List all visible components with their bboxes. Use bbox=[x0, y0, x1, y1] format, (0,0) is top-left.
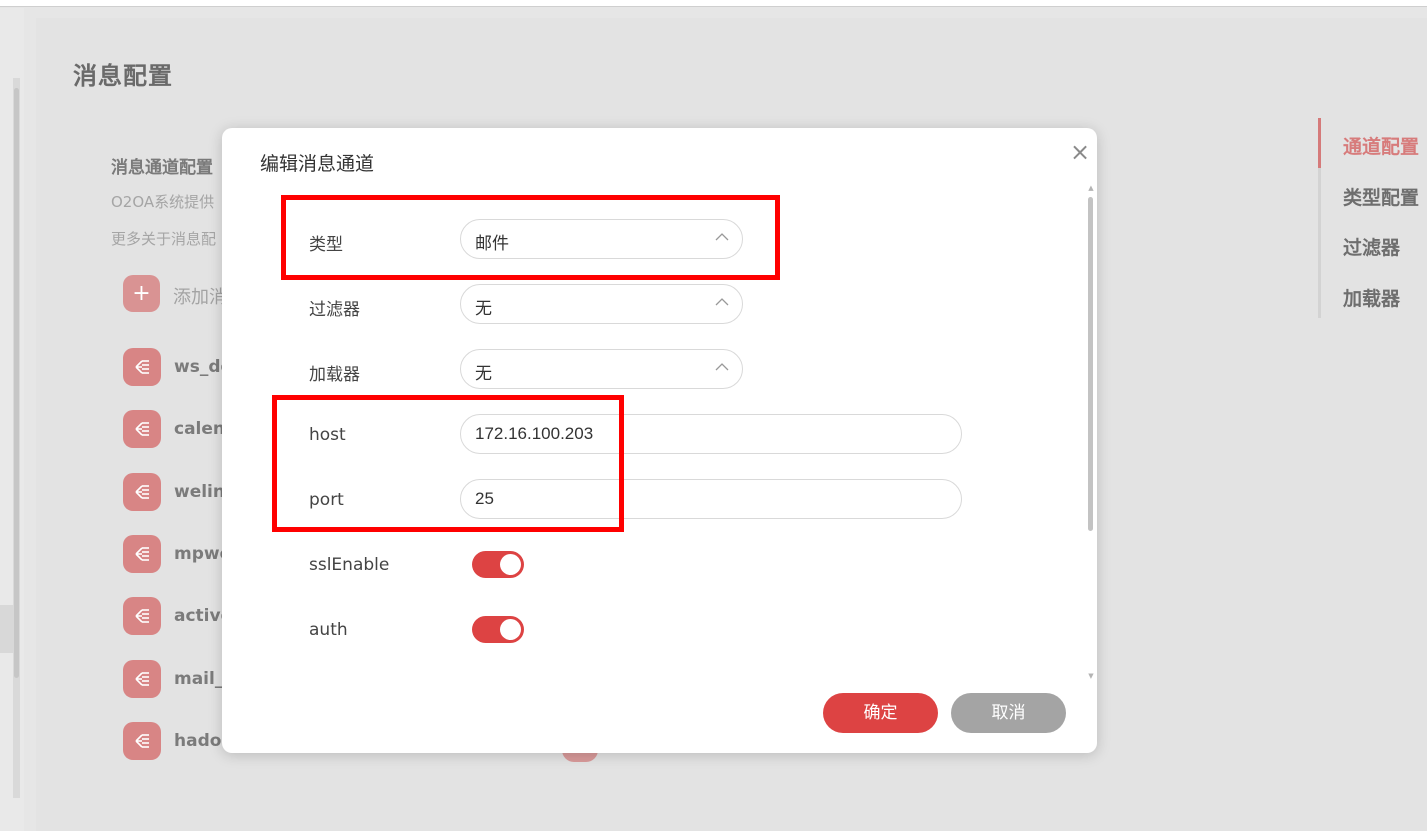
toggle-knob bbox=[500, 619, 521, 640]
channel-icon bbox=[123, 659, 161, 698]
scroll-down-icon[interactable]: ▼ bbox=[1087, 671, 1095, 681]
auth-label: auth bbox=[309, 620, 348, 640]
add-channel-button[interactable]: + bbox=[123, 275, 160, 312]
add-channel-label[interactable]: 添加消 bbox=[173, 283, 227, 309]
chevron-up-icon bbox=[715, 298, 729, 306]
channel-icon bbox=[123, 597, 161, 636]
cancel-button[interactable]: 取消 bbox=[951, 693, 1066, 733]
channel-icon bbox=[123, 534, 161, 573]
toggle-knob bbox=[500, 554, 521, 575]
right-nav-item-type[interactable]: 类型配置 bbox=[1343, 183, 1419, 210]
right-nav-item-loader[interactable]: 加载器 bbox=[1343, 284, 1400, 311]
section-desc-line2: 更多关于消息配 bbox=[111, 230, 217, 248]
dialog-scrollbar-thumb[interactable] bbox=[1088, 197, 1093, 531]
page-title: 消息配置 bbox=[73, 62, 173, 90]
confirm-button[interactable]: 确定 bbox=[823, 693, 938, 733]
section-title: 消息通道配置 bbox=[111, 158, 213, 178]
annotation-box-host-port bbox=[272, 395, 624, 532]
chevron-up-icon bbox=[715, 363, 729, 371]
auth-toggle[interactable] bbox=[472, 616, 524, 643]
channel-icon bbox=[123, 721, 161, 760]
section-desc-line1: O2OA系统提供 bbox=[111, 193, 215, 211]
right-nav-item-channel[interactable]: 通道配置 bbox=[1343, 132, 1419, 159]
ssl-enable-toggle[interactable] bbox=[472, 551, 524, 578]
top-strip bbox=[0, 0, 1427, 7]
ssl-enable-label: sslEnable bbox=[309, 555, 390, 575]
annotation-box-type bbox=[281, 195, 780, 280]
channel-icon bbox=[123, 410, 161, 449]
channel-icon bbox=[123, 348, 161, 386]
dialog-title: 编辑消息通道 bbox=[260, 153, 375, 175]
active-indicator bbox=[1318, 118, 1321, 168]
loader-select-value: 无 bbox=[475, 364, 492, 384]
left-rail bbox=[0, 8, 24, 831]
filter-select-value: 无 bbox=[475, 299, 492, 319]
dialog-scrollbar[interactable]: ▲ ▼ bbox=[1086, 183, 1096, 683]
close-icon[interactable]: × bbox=[1068, 140, 1092, 164]
channel-icon bbox=[123, 472, 161, 511]
filter-label: 过滤器 bbox=[309, 300, 360, 320]
right-nav-item-filter[interactable]: 过滤器 bbox=[1343, 233, 1400, 260]
loader-select[interactable]: 无 bbox=[460, 349, 743, 389]
scroll-up-icon[interactable]: ▲ bbox=[1087, 183, 1095, 193]
loader-label: 加载器 bbox=[309, 365, 360, 385]
filter-select[interactable]: 无 bbox=[460, 284, 743, 324]
side-tab[interactable] bbox=[0, 605, 14, 653]
plus-icon: + bbox=[132, 281, 151, 306]
page-scrollbar-thumb[interactable] bbox=[14, 88, 19, 678]
right-nav: 通道配置 类型配置 过滤器 加载器 bbox=[1318, 118, 1427, 318]
